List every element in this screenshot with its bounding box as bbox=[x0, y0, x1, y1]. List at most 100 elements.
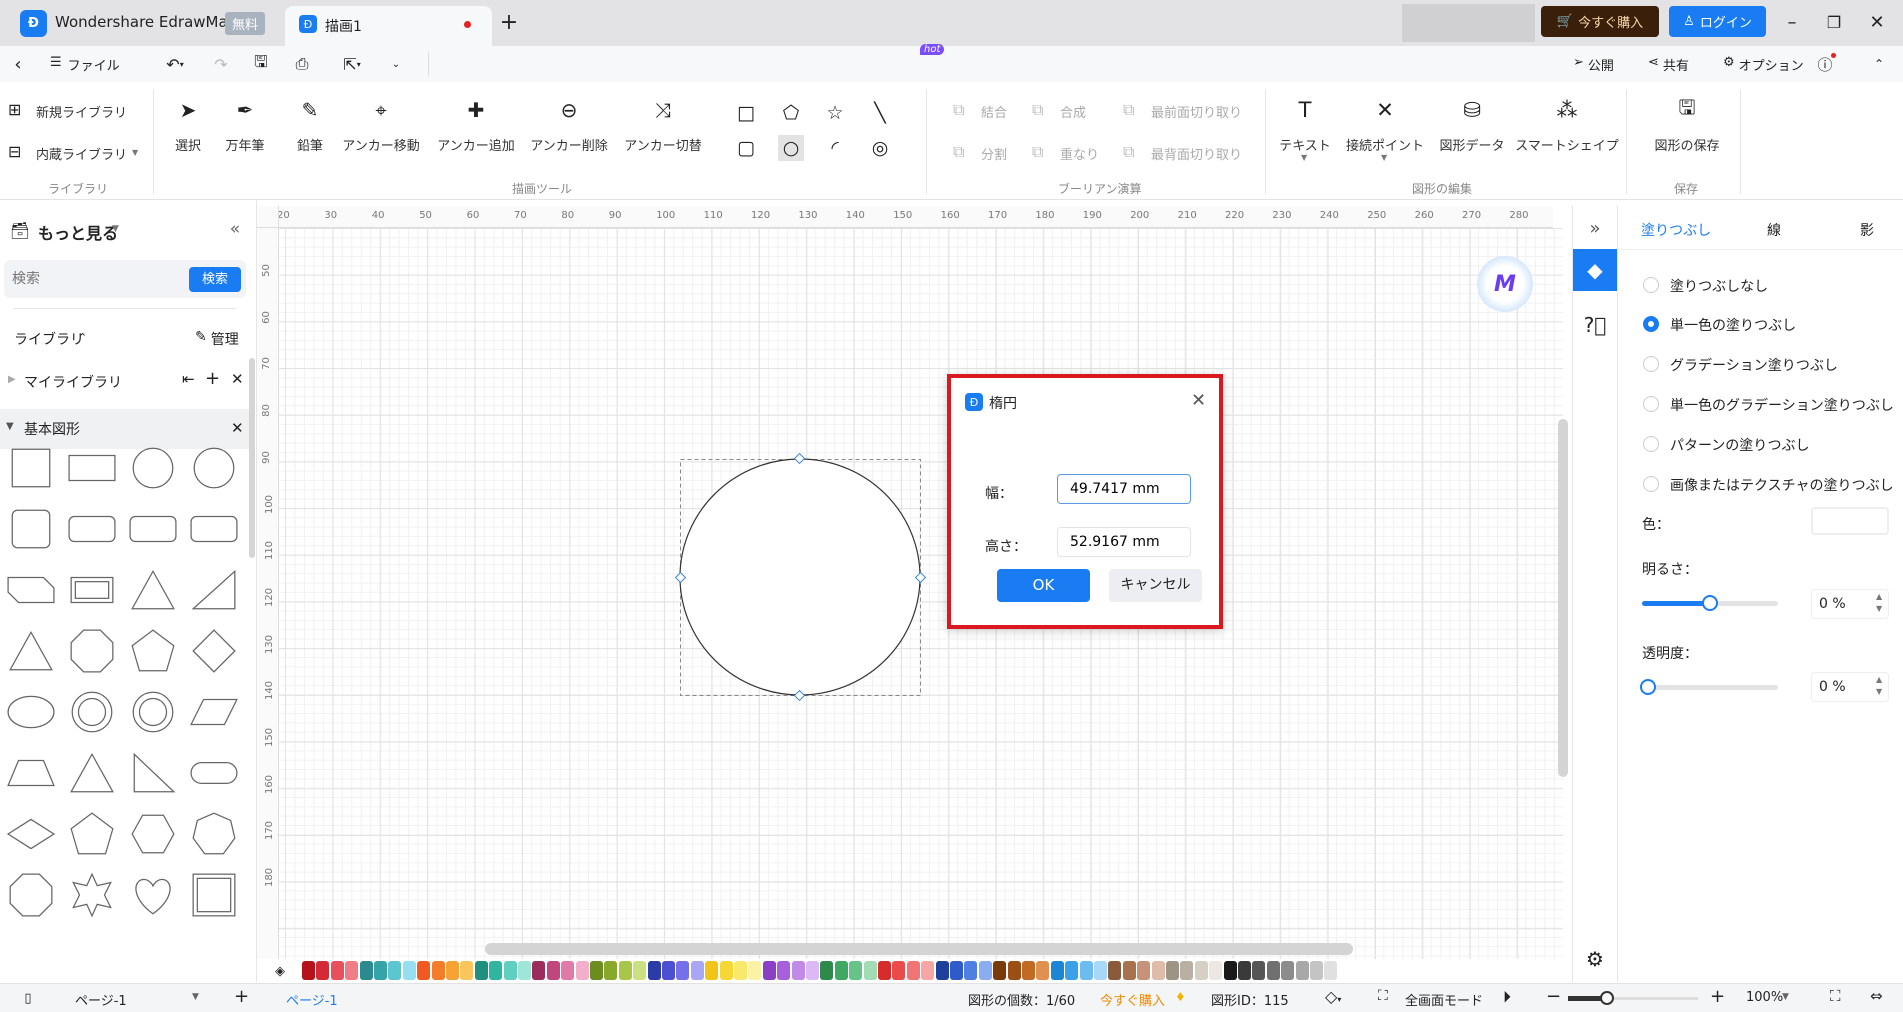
fill-option-radio[interactable] bbox=[1643, 356, 1659, 372]
color-swatch[interactable] bbox=[1122, 961, 1136, 980]
shape-rounded-rect[interactable] bbox=[189, 504, 239, 554]
libraries-toggle[interactable]: ライブラリ bbox=[14, 329, 84, 349]
undo-icon[interactable]: ↶ ▾ bbox=[160, 52, 190, 76]
boolean-3-button[interactable]: 分割 bbox=[981, 144, 1007, 163]
star-tool-icon[interactable]: ☆ bbox=[822, 100, 848, 126]
ellipse-tool-icon[interactable]: ○ bbox=[778, 135, 804, 161]
shape-triangle[interactable] bbox=[128, 565, 178, 615]
close-icon[interactable]: ✕ bbox=[231, 419, 244, 437]
color-swatch[interactable] bbox=[489, 961, 503, 980]
shape-circle[interactable] bbox=[128, 443, 178, 493]
expand-panel-icon[interactable]: » bbox=[1573, 216, 1617, 240]
arc-tool-icon[interactable]: ◜ bbox=[822, 135, 848, 161]
fill-option-label[interactable]: 画像またはテクスチャの塗りつぶし bbox=[1670, 475, 1894, 495]
shape-rect[interactable] bbox=[67, 443, 117, 493]
color-swatch[interactable] bbox=[1223, 961, 1237, 980]
fill-option-radio[interactable] bbox=[1643, 476, 1659, 492]
search-input[interactable] bbox=[12, 266, 182, 292]
new-tab-plus-icon[interactable]: + bbox=[497, 8, 521, 36]
height-input[interactable] bbox=[1057, 527, 1191, 557]
color-swatch[interactable] bbox=[431, 961, 445, 980]
zoom-slider-knob[interactable] bbox=[1600, 991, 1614, 1005]
color-swatch[interactable] bbox=[906, 961, 920, 980]
color-swatch[interactable] bbox=[719, 961, 733, 980]
fill-option-radio[interactable] bbox=[1643, 277, 1659, 293]
dropdown-arrow-icon[interactable]: ▼ bbox=[112, 224, 119, 234]
color-swatch[interactable] bbox=[575, 961, 589, 980]
color-swatch[interactable] bbox=[662, 961, 675, 980]
zoom-out-icon[interactable]: − bbox=[1546, 986, 1561, 1007]
shape-right-slant-triangle[interactable] bbox=[189, 565, 239, 615]
brightness-slider-knob[interactable] bbox=[1702, 595, 1718, 611]
rounded-rectangle-tool-icon[interactable]: ▢ bbox=[733, 135, 759, 161]
my-library[interactable]: マイライブラリ bbox=[24, 372, 122, 392]
collapse-panel-icon[interactable]: « bbox=[224, 218, 246, 240]
color-swatch[interactable] bbox=[460, 961, 474, 980]
shape-heptagon[interactable] bbox=[189, 809, 239, 859]
color-swatch[interactable] bbox=[806, 961, 819, 980]
color-swatch[interactable] bbox=[950, 961, 963, 980]
color-swatch[interactable] bbox=[1180, 961, 1194, 980]
fullscreen-icon[interactable]: ⛶ bbox=[1378, 988, 1388, 1004]
color-swatch[interactable] bbox=[777, 961, 791, 980]
fill-bucket-icon[interactable]: ◈ bbox=[269, 961, 291, 981]
shape-rounded-rect[interactable] bbox=[67, 504, 117, 554]
color-swatch[interactable] bbox=[316, 961, 330, 980]
boolean-1-button[interactable]: 合成 bbox=[1060, 102, 1086, 121]
dropdown-arrow-icon[interactable]: ▼ bbox=[1301, 153, 1307, 162]
edit-button[interactable]: 図形データ bbox=[1439, 135, 1504, 154]
color-swatch[interactable] bbox=[1022, 961, 1035, 980]
back-icon[interactable]: ‹ bbox=[8, 52, 28, 76]
color-swatch[interactable] bbox=[633, 961, 647, 980]
share-button[interactable]: ⋖ 共有 bbox=[1648, 55, 1689, 74]
search-button[interactable]: 検索 bbox=[189, 267, 241, 292]
color-swatch[interactable] bbox=[446, 961, 459, 980]
page-tab[interactable]: ページ-1 bbox=[286, 990, 338, 1009]
fit-page-icon[interactable]: ⛶ bbox=[1830, 987, 1841, 1005]
shape-circle[interactable] bbox=[189, 443, 239, 493]
color-swatch[interactable] bbox=[1209, 961, 1223, 980]
width-input[interactable] bbox=[1057, 474, 1191, 504]
color-swatch[interactable] bbox=[1065, 961, 1079, 980]
more-chevron-icon[interactable]: ⌄ bbox=[388, 52, 404, 76]
color-swatch[interactable] bbox=[863, 961, 877, 980]
boolean-2-button[interactable]: 最前面切り取り bbox=[1151, 102, 1242, 121]
redo-icon[interactable]: ↷ bbox=[211, 52, 231, 76]
color-swatch[interactable] bbox=[1238, 961, 1251, 980]
color-swatch[interactable] bbox=[474, 961, 488, 980]
color-swatch[interactable] bbox=[762, 961, 776, 980]
save-shape-button[interactable]: 図形の保存 bbox=[1654, 135, 1719, 154]
play-icon[interactable]: ⏵ bbox=[1503, 987, 1511, 1007]
shape-double-square[interactable] bbox=[189, 870, 239, 920]
expand-triangle-icon[interactable]: ▶ bbox=[8, 374, 16, 385]
spinner-arrows-icon[interactable]: ▲ ▼ bbox=[1876, 591, 1882, 615]
dropdown-arrow-icon[interactable]: ▼ bbox=[1381, 153, 1387, 162]
dropdown-arrow-icon[interactable]: ▼ bbox=[132, 148, 138, 157]
buy-now-link[interactable]: 今すぐ購入 bbox=[1100, 990, 1165, 1009]
shape-double-circle[interactable] bbox=[67, 687, 117, 737]
login-button[interactable]: ♙ ログイン bbox=[1669, 6, 1766, 37]
color-swatch[interactable] bbox=[1266, 961, 1280, 980]
shape-double-circle[interactable] bbox=[128, 687, 178, 737]
fill-option-label[interactable]: 単一色の塗りつぶし bbox=[1670, 315, 1796, 335]
draw-tool-button[interactable]: アンカー削除 bbox=[530, 135, 607, 154]
tab-shadow[interactable]: 影 bbox=[1860, 220, 1874, 240]
fullscreen-mode[interactable]: 全画面モード bbox=[1405, 990, 1483, 1009]
edit-button[interactable]: スマートシェイプ bbox=[1515, 135, 1619, 154]
edit-button[interactable]: 接続ポイント bbox=[1346, 135, 1424, 154]
rectangle-tool-icon[interactable]: □ bbox=[733, 100, 759, 126]
color-swatch[interactable] bbox=[935, 961, 949, 980]
draw-tool-button[interactable]: 選択 bbox=[175, 135, 201, 154]
draw-tool-button[interactable]: アンカー追加 bbox=[437, 135, 514, 154]
color-swatch[interactable] bbox=[690, 961, 704, 980]
shape-triangle[interactable] bbox=[67, 748, 117, 798]
color-swatch[interactable] bbox=[402, 961, 416, 980]
color-swatch[interactable] bbox=[921, 961, 935, 980]
color-swatch[interactable] bbox=[330, 961, 344, 980]
export-icon[interactable]: ⇱ ▾ bbox=[334, 52, 370, 76]
add-icon[interactable]: + bbox=[205, 368, 220, 389]
color-swatch[interactable] bbox=[978, 961, 992, 980]
transparency-slider-knob[interactable] bbox=[1640, 679, 1656, 695]
shape-double-rect[interactable] bbox=[67, 565, 117, 615]
help-icon[interactable]: ⓘ bbox=[1812, 53, 1838, 75]
